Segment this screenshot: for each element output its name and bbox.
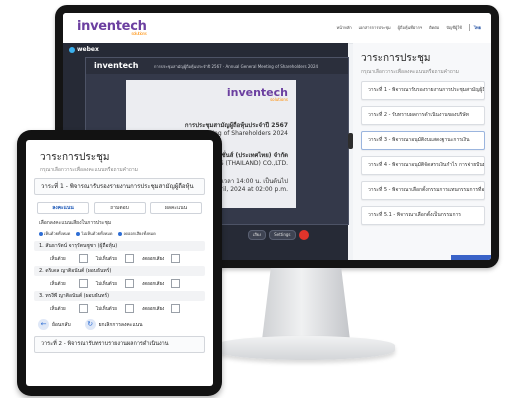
abstain-checkbox[interactable]: งดออกเสียง [142, 254, 180, 263]
vote-choose-label: เลือกลงคะแนนเสียงในการประชุม [39, 220, 112, 226]
abstain-label: งดออกเสียง [142, 282, 165, 287]
back-button[interactable]: ← ย้อนกลับ [38, 319, 71, 330]
agenda-item[interactable]: วาระที่ 2 - รับทราบผลการดำเนินงานของบริษ… [361, 106, 485, 125]
bulk-approve-label: เห็นด้วยทั้งหมด [44, 231, 71, 236]
nav-item-proxy[interactable]: ผู้ถือหุ้นที่ฝากฯ [398, 24, 422, 31]
stream-controls: เสียง Settings [248, 230, 309, 240]
bulk-disapprove-label: ไม่เห็นด้วยทั้งหมด [81, 231, 113, 236]
agenda-panel: วาระการประชุม กรุณาเลือกวาระเพื่อลงคะแนน… [353, 43, 491, 260]
bulk-approve-radio[interactable]: เห็นด้วยทั้งหมด [39, 230, 70, 237]
stream-title: การประชุมสามัญผู้ถือหุ้นประจำปี 2567 · A… [154, 64, 319, 69]
agenda-item[interactable]: วาระที่ 3 - พิจารณาอนุมัติงบแสดงฐานะการเ… [361, 131, 485, 150]
vote-tab-button[interactable]: ลงคะแนน [37, 202, 89, 214]
agenda-subtitle: กรุณาเลือกวาระเพื่อลงคะแนนหรือถามคำถาม [361, 69, 459, 75]
stream-topbar: inventech การประชุมสามัญผู้ถือหุ้นประจำป… [86, 58, 348, 74]
tablet-screen: วาระการประชุม กรุณาเลือกวาระเพื่อลงคะแนน… [26, 140, 213, 386]
bulk-abstain-label: งดออกเสียงทั้งหมด [123, 231, 156, 236]
tablet-tab-row: ลงคะแนน ถามตอบ ผลคะแนน [37, 202, 202, 214]
agenda-item[interactable]: วาระที่ 5 - พิจารณาเลือกตั้งกรรมการแทนกร… [361, 181, 485, 200]
tablet-agenda-subtitle: กรุณาเลือกวาระเพื่อลงคะแนนหรือถามคำถาม [40, 167, 138, 173]
approve-label: เห็นด้วย [50, 307, 66, 312]
candidate-label: 2. ดริเดล ญาติอนันต์ (ผอบธันทร์) [34, 266, 205, 276]
checkbox-box[interactable] [125, 279, 134, 288]
site-logo[interactable]: inventech solutions [77, 19, 147, 36]
approve-checkbox[interactable]: เห็นด้วย [50, 279, 88, 288]
site-nav: หน้าหลัก เอกสารการประชุม ผู้ถือหุ้นที่ฝา… [337, 24, 481, 31]
agenda-item[interactable]: วาระที่ 5.1 - พิจารณาเลือกตั้งเป็นกรรมกา… [361, 206, 485, 225]
tablet-agenda-title: วาระการประชุม [40, 152, 110, 163]
bulk-vote-radios: เห็นด้วยทั้งหมด ไม่เห็นด้วยทั้งหมด งดออก… [39, 230, 205, 237]
footer-accent-bar [451, 255, 491, 260]
agenda-item[interactable]: วาระที่ 4 - พิจารณาอนุมัติจัดสรรเงินกำไร… [361, 156, 485, 175]
candidate-vote-row: เห็นด้วย ไม่เห็นด้วย งดออกเสียง [34, 279, 205, 288]
nav-item-home[interactable]: หน้าหลัก [337, 24, 352, 31]
language-switch[interactable]: ไทย [469, 24, 481, 31]
checkbox-box[interactable] [125, 254, 134, 263]
nav-item-account[interactable]: บัญชีผู้ใช้ [446, 24, 462, 31]
disapprove-checkbox[interactable]: ไม่เห็นด้วย [96, 254, 134, 263]
settings-button[interactable]: Settings [269, 230, 296, 240]
webex-bar: webex [69, 46, 99, 53]
disapprove-label: ไม่เห็นด้วย [96, 307, 117, 312]
disapprove-label: ไม่เห็นด้วย [96, 257, 117, 262]
tablet-device: วาระการประชุม กรุณาเลือกวาระเพื่อลงคะแนน… [17, 130, 222, 396]
tablet-action-row: ← ย้อนกลับ ↻ ยกเลิกการลงคะแนน [38, 319, 205, 330]
tablet-active-agenda[interactable]: วาระที่ 1 - พิจารณารับรองรายงานการประชุม… [34, 178, 205, 195]
results-tab-button[interactable]: ผลคะแนน [150, 202, 202, 214]
nav-item-documents[interactable]: เอกสารการประชุม [359, 24, 391, 31]
webex-label: webex [77, 46, 99, 53]
back-label: ย้อนกลับ [52, 321, 71, 328]
radio-icon [39, 232, 43, 236]
bulk-abstain-radio[interactable]: งดออกเสียงทั้งหมด [118, 230, 156, 237]
bulk-disapprove-radio[interactable]: ไม่เห็นด้วยทั้งหมด [76, 230, 112, 237]
approve-checkbox[interactable]: เห็นด้วย [50, 254, 88, 263]
radio-icon [76, 232, 81, 236]
abstain-label: งดออกเสียง [142, 257, 165, 262]
abstain-checkbox[interactable]: งดออกเสียง [142, 304, 180, 313]
candidate-vote-row: เห็นด้วย ไม่เห็นด้วย งดออกเสียง [34, 254, 205, 263]
checkbox-box[interactable] [79, 304, 88, 313]
approve-label: เห็นด้วย [50, 257, 66, 262]
tablet-next-agenda[interactable]: วาระที่ 2 - พิจารณารับทราบรายงานผลการดำเ… [34, 336, 205, 353]
cancel-vote-button[interactable]: ↻ ยกเลิกการลงคะแนน [84, 319, 143, 330]
leave-button[interactable] [298, 230, 309, 240]
disapprove-checkbox[interactable]: ไม่เห็นด้วย [96, 279, 134, 288]
approve-checkbox[interactable]: เห็นด้วย [50, 304, 88, 313]
checkbox-box[interactable] [125, 304, 134, 313]
refresh-icon: ↻ [84, 319, 96, 330]
disapprove-checkbox[interactable]: ไม่เห็นด้วย [96, 304, 134, 313]
approve-label: เห็นด้วย [50, 282, 66, 287]
agenda-item[interactable]: วาระที่ 1 - พิจารณารับรองรายงานการประชุม… [361, 81, 485, 100]
checkbox-box[interactable] [79, 254, 88, 263]
checkbox-box[interactable] [171, 304, 180, 313]
checkbox-box[interactable] [171, 279, 180, 288]
slide-title-th: การประชุมสามัญผู้ถือหุ้นประจำปี 2567 [184, 122, 288, 129]
nav-item-contact[interactable]: ติดต่อ [429, 24, 439, 31]
disapprove-label: ไม่เห็นด้วย [96, 282, 117, 287]
abstain-label: งดออกเสียง [142, 307, 165, 312]
monitor-base [215, 336, 395, 360]
checkbox-box[interactable] [79, 279, 88, 288]
candidate-label: 3. ทรงีพี ญาติอนันต์ (ผอบธันทร์) [34, 291, 205, 301]
back-arrow-icon: ← [38, 319, 49, 330]
audio-button[interactable]: เสียง [248, 230, 267, 240]
candidate-label: 1. สันธารัตน์ จารุรัตนชูชา (ผู้ถือหุ้น) [34, 241, 205, 251]
radio-icon [118, 232, 123, 236]
stream-logo: inventech [94, 61, 139, 70]
site-header: inventech solutions หน้าหลัก เอกสารการปร… [63, 13, 491, 44]
cancel-vote-label: ยกเลิกการลงคะแนน [98, 321, 143, 328]
webex-icon [69, 46, 75, 53]
candidate-vote-row: เห็นด้วย ไม่เห็นด้วย งดออกเสียง [34, 304, 205, 313]
agenda-title: วาระการประชุม [361, 53, 431, 64]
checkbox-box[interactable] [171, 254, 180, 263]
slide-logo: inventech solutions [227, 86, 288, 102]
monitor-stand [262, 268, 350, 340]
abstain-checkbox[interactable]: งดออกเสียง [142, 279, 180, 288]
question-tab-button[interactable]: ถามตอบ [93, 202, 146, 214]
